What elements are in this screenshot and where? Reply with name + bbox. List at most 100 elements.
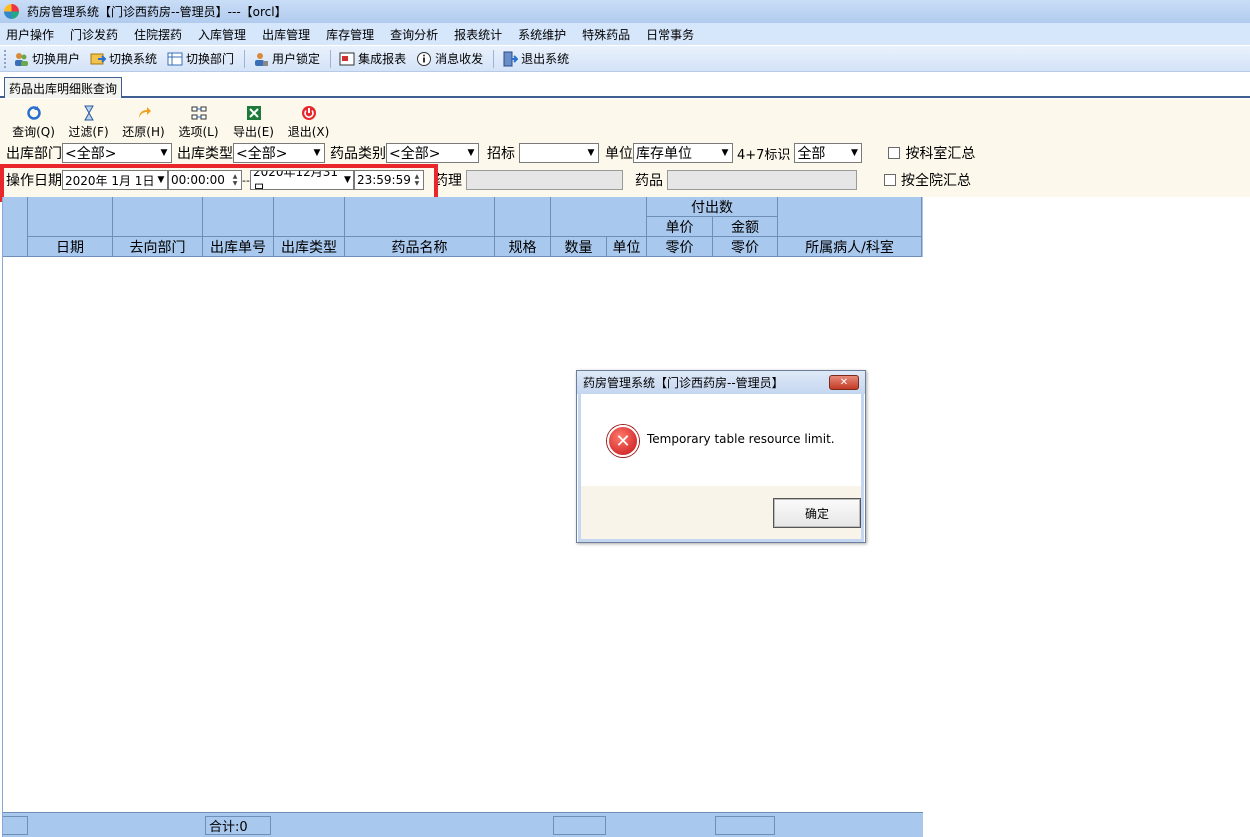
toolbar-grip[interactable] bbox=[4, 49, 7, 68]
tab-drug-outbound-ledger[interactable]: 药品出库明细账查询 bbox=[4, 77, 123, 98]
switch-dept-button[interactable]: 切换部门 bbox=[165, 50, 236, 67]
date-from-value: 2020年 1月 1日 bbox=[65, 173, 155, 188]
col-amount-retail-price[interactable]: 零价 bbox=[713, 237, 778, 257]
grid-footer: 合计:0 bbox=[3, 812, 923, 837]
flag47-value: 全部 bbox=[797, 146, 826, 162]
chevron-down-icon[interactable]: ▼ bbox=[847, 144, 862, 162]
col-out-no[interactable]: 出库单号 bbox=[203, 237, 274, 257]
excel-icon bbox=[246, 106, 261, 120]
tender-select[interactable]: ▼ bbox=[519, 143, 599, 163]
refresh-icon bbox=[26, 106, 41, 120]
filter-label: 过滤(F) bbox=[68, 125, 109, 139]
date-to-picker[interactable]: 2020年12月31日 ▼ bbox=[249, 170, 354, 190]
time-from-input[interactable]: 00:00:00 ▲ ▼ bbox=[168, 170, 242, 190]
menu-inpatient-dispense[interactable]: 住院摆药 bbox=[132, 26, 190, 43]
exit-door-icon bbox=[503, 51, 519, 66]
menu-query-analysis[interactable]: 查询分析 bbox=[388, 26, 446, 43]
time-spinner-icon[interactable]: ▲ ▼ bbox=[229, 172, 241, 188]
out-dept-select[interactable]: <全部> ▼ bbox=[62, 143, 172, 163]
footer-cell bbox=[3, 816, 28, 835]
menu-reports[interactable]: 报表统计 bbox=[452, 26, 510, 43]
menu-daily-affairs[interactable]: 日常事务 bbox=[644, 26, 702, 43]
close-icon[interactable]: ✕ bbox=[829, 375, 859, 390]
chevron-down-icon[interactable]: ▼ bbox=[584, 144, 598, 162]
menu-inventory[interactable]: 库存管理 bbox=[324, 26, 382, 43]
options-grid-icon bbox=[191, 106, 206, 120]
restore-button[interactable]: 还原(H) bbox=[116, 99, 171, 140]
header-blank bbox=[551, 197, 647, 237]
total-count: 合计:0 bbox=[205, 816, 271, 835]
system-switch-icon bbox=[90, 53, 107, 64]
filter-button[interactable]: 过滤(F) bbox=[61, 99, 116, 140]
time-spinner-icon[interactable]: ▲ ▼ bbox=[411, 172, 423, 188]
by-dept-summary-checkbox[interactable] bbox=[888, 147, 901, 159]
time-to-input[interactable]: 23:59:59 ▲ ▼ bbox=[353, 170, 424, 190]
exit-system-label: 退出系统 bbox=[521, 52, 570, 66]
options-label: 选项(L) bbox=[178, 125, 219, 139]
date-from-picker[interactable]: 2020年 1月 1日 ▼ bbox=[62, 170, 168, 190]
info-icon bbox=[417, 51, 432, 66]
user-lock-button[interactable]: 用户锁定 bbox=[251, 50, 322, 67]
ok-button[interactable]: 确定 bbox=[773, 498, 861, 528]
menu-outbound[interactable]: 出库管理 bbox=[260, 26, 318, 43]
menu-inbound[interactable]: 入库管理 bbox=[196, 26, 254, 43]
options-button[interactable]: 选项(L) bbox=[171, 99, 226, 140]
chevron-down-icon[interactable]: ▼ bbox=[310, 144, 324, 162]
chevron-down-icon[interactable]: ▼ bbox=[718, 144, 732, 162]
user-lock-icon bbox=[255, 52, 269, 66]
exit-system-button[interactable]: 退出系统 bbox=[500, 50, 571, 67]
exit-label: 退出(X) bbox=[287, 125, 330, 139]
integrated-report-label: 集成报表 bbox=[358, 52, 407, 66]
main-toolbar: 切换用户 切换系统 切换部门 用户锁定 集成报表 消息收发 退出系统 bbox=[0, 46, 1250, 72]
col-quantity[interactable]: 数量 bbox=[551, 237, 607, 257]
messages-button[interactable]: 消息收发 bbox=[414, 50, 485, 67]
dialog-message: Temporary table resource limit. bbox=[647, 432, 835, 446]
col-spec[interactable]: 规格 bbox=[495, 237, 551, 257]
tab-strip: 药品出库明细账查询 bbox=[0, 73, 1250, 98]
drug-category-select[interactable]: <全部> ▼ bbox=[386, 143, 479, 163]
chevron-down-icon[interactable]: ▼ bbox=[157, 144, 171, 162]
menu-outpatient-dispense[interactable]: 门诊发药 bbox=[68, 26, 126, 43]
col-out-type[interactable]: 出库类型 bbox=[274, 237, 345, 257]
exit-button[interactable]: 退出(X) bbox=[281, 99, 336, 140]
app-logo-icon bbox=[4, 4, 19, 19]
range-separator: -- bbox=[242, 173, 250, 187]
header-blank bbox=[203, 197, 274, 237]
users-icon bbox=[15, 52, 28, 66]
col-unit-retail-price[interactable]: 零价 bbox=[647, 237, 713, 257]
col-date[interactable]: 日期 bbox=[28, 237, 113, 257]
drug-input[interactable] bbox=[666, 170, 857, 190]
chevron-down-icon[interactable]: ▼ bbox=[155, 172, 167, 188]
col-patient-dept[interactable]: 所属病人/科室 bbox=[778, 237, 922, 257]
title-bar: 药房管理系统【门诊西药房--管理员】---【orcl】 bbox=[0, 0, 1250, 23]
switch-user-button[interactable]: 切换用户 bbox=[11, 50, 82, 67]
flag47-select[interactable]: 全部 ▼ bbox=[794, 143, 863, 163]
menu-system-maintenance[interactable]: 系统维护 bbox=[516, 26, 574, 43]
integrated-report-button[interactable]: 集成报表 bbox=[337, 50, 408, 67]
department-icon bbox=[167, 52, 183, 65]
out-type-select[interactable]: <全部> ▼ bbox=[233, 143, 325, 163]
menu-user-ops[interactable]: 用户操作 bbox=[4, 26, 62, 43]
header-blank bbox=[274, 197, 345, 237]
switch-system-button[interactable]: 切换系统 bbox=[88, 50, 159, 67]
report-icon bbox=[339, 52, 355, 65]
query-button[interactable]: 查询(Q) bbox=[6, 99, 61, 140]
switch-system-label: 切换系统 bbox=[109, 52, 158, 66]
col-unit[interactable]: 单位 bbox=[607, 237, 647, 257]
out-dept-value: <全部> bbox=[65, 146, 117, 162]
col-dest-dept[interactable]: 去向部门 bbox=[113, 237, 203, 257]
chevron-down-icon[interactable]: ▼ bbox=[342, 172, 353, 188]
filter-row-2: 操作日期 2020年 1月 1日 ▼ 00:00:00 ▲ ▼ -- 2020年1… bbox=[6, 169, 971, 191]
user-lock-label: 用户锁定 bbox=[272, 52, 321, 66]
chevron-down-icon[interactable]: ▼ bbox=[464, 144, 478, 162]
menu-special-drugs[interactable]: 特殊药品 bbox=[580, 26, 638, 43]
col-drug-name[interactable]: 药品名称 bbox=[345, 237, 495, 257]
switch-dept-label: 切换部门 bbox=[186, 52, 235, 66]
export-label: 导出(E) bbox=[233, 125, 274, 139]
export-button[interactable]: 导出(E) bbox=[226, 99, 281, 140]
out-type-value: <全部> bbox=[236, 146, 288, 162]
pharmacology-input[interactable] bbox=[465, 170, 623, 190]
by-hospital-summary-checkbox[interactable] bbox=[883, 174, 896, 186]
unit-select[interactable]: 库存单位 ▼ bbox=[633, 143, 733, 163]
dialog-title-bar[interactable]: 药房管理系统【门诊西药房--管理员】 ✕ bbox=[577, 371, 865, 394]
